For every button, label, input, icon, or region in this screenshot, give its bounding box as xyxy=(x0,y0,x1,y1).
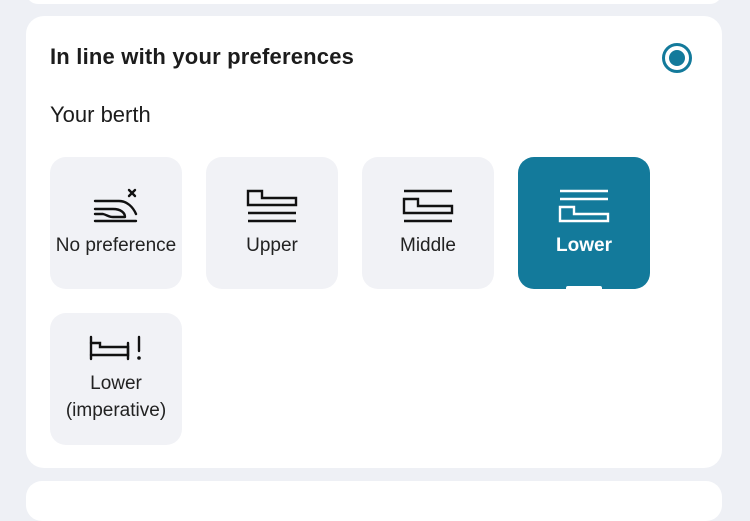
selected-indicator xyxy=(566,286,602,289)
berth-option-lower[interactable]: Lower xyxy=(518,157,650,289)
berth-option-lower-imperative[interactable]: Lower (imperative) xyxy=(50,313,182,445)
your-berth-label: Your berth xyxy=(50,102,151,127)
berth-option-upper[interactable]: Upper xyxy=(206,157,338,289)
radio-selected-dot xyxy=(669,50,685,66)
berth-option-label: Lower xyxy=(556,234,612,256)
next-card xyxy=(26,481,722,521)
berth-option-no-preference[interactable]: No preference xyxy=(50,157,182,289)
berth-option-label: Middle xyxy=(400,234,456,256)
lower-imperative-berth-icon xyxy=(89,336,141,361)
no-preference-berth-icon xyxy=(93,188,138,222)
card-title: In line with your preferences xyxy=(50,44,355,69)
upper-berth-icon xyxy=(246,189,298,222)
berth-option-middle[interactable]: Middle xyxy=(362,157,494,289)
berth-option-label: No preference xyxy=(55,234,177,256)
middle-berth-icon xyxy=(402,189,454,222)
preferences-radio[interactable] xyxy=(662,43,692,73)
berth-preferences-card: In line with your preferences Your berth… xyxy=(26,16,722,468)
lower-berth-icon xyxy=(558,189,610,222)
berth-option-label: Upper xyxy=(246,234,298,256)
previous-card xyxy=(26,0,722,4)
berth-option-label: Lower (imperative) xyxy=(65,373,167,421)
